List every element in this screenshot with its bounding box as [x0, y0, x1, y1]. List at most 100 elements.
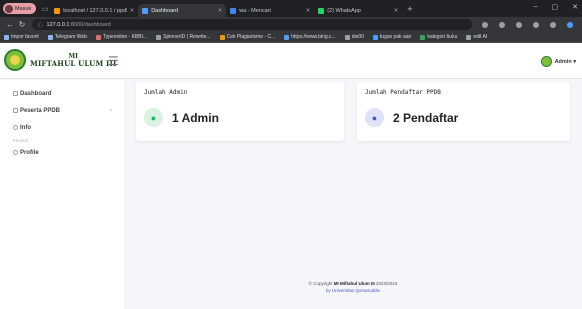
sidebar-item-info[interactable]: Info — [0, 119, 124, 136]
registrant-count-card: Jumlah Pendaftar PPDB ● 2 Pendaftar — [357, 82, 570, 141]
info-icon — [13, 125, 18, 130]
site-info-icon[interactable]: ⓘ — [37, 21, 43, 29]
tab-label: wa - Mencari — [239, 7, 271, 14]
bookmark-label: Cek Plagiarisme - C... — [226, 34, 276, 40]
bookmark-item[interactable]: doi00 — [344, 34, 364, 40]
browser-toolbar: ← ↻ ⓘ 127.0.0.1 :8000/dashboard — [0, 17, 582, 32]
avatar — [540, 56, 552, 67]
maximize-button[interactable]: ▢ — [552, 3, 559, 11]
favorites-star-icon[interactable] — [499, 21, 505, 28]
bookmark-icon — [156, 34, 162, 40]
bookmark-label: doi00 — [351, 34, 364, 40]
profile-label: Masuk — [15, 5, 32, 12]
bookmark-item[interactable]: tugas pak aan — [372, 34, 412, 40]
tab-label: (2) WhatsApp — [327, 7, 361, 14]
admin-count-card: Jumlah Admin ● 1 Admin — [136, 82, 344, 141]
sidebar-item-label: Dashboard — [20, 90, 52, 97]
browser-tab[interactable]: (2) WhatsApp ✕ — [314, 4, 402, 17]
card-title: Jumlah Pendaftar PPDB — [365, 89, 441, 96]
split-screen-icon[interactable] — [482, 21, 488, 28]
tab-actions-icon[interactable]: ▭ — [40, 5, 50, 13]
bookmark-icon — [47, 34, 53, 40]
bookmark-label: kategori buku — [427, 34, 458, 40]
bookmark-label: edit AI — [473, 34, 488, 40]
bookmark-item[interactable]: edit AI — [466, 34, 487, 40]
admin-dropdown[interactable]: Admin ▾ — [540, 56, 576, 67]
bookmarks-bar: Impor favorit Telegram Web Typeonline - … — [0, 32, 582, 43]
url-path: :8000/dashboard — [69, 21, 111, 28]
copyright-line: © Copyright MI Miftahul Ulum III 2023/20… — [124, 280, 582, 287]
bookmark-icon — [420, 34, 426, 40]
bookmark-icon — [4, 34, 9, 40]
admin-label: Admin ▾ — [554, 58, 576, 65]
brand-logo-link[interactable]: MI MIFTAHUL ULUM III — [4, 49, 116, 71]
reload-icon[interactable]: ↻ — [16, 20, 28, 29]
sidebar-toggle-icon[interactable]: ☰ — [108, 55, 119, 67]
bookmark-icon — [219, 34, 225, 40]
bookmark-item[interactable]: Typeonline - KBBI... — [95, 34, 148, 40]
by-line: by Universitas Qomaruddin — [325, 288, 381, 294]
browser-tab-active[interactable]: Dashboard ✕ — [138, 4, 227, 17]
sidebar-section-pages: PAGES — [13, 137, 29, 143]
card-title: Jumlah Admin — [144, 89, 188, 96]
bookmark-label: Impor favorit — [11, 34, 39, 40]
sidebar-item-label: Peserta PPDB — [20, 107, 61, 114]
bookmark-icon — [466, 34, 472, 40]
tab-close-icon[interactable]: ✕ — [306, 8, 311, 14]
tab-close-icon[interactable]: ✕ — [130, 8, 135, 14]
address-bar[interactable]: ⓘ 127.0.0.1 :8000/dashboard — [32, 19, 472, 30]
profile-avatar-icon — [5, 4, 13, 13]
back-arrow-icon[interactable]: ← — [4, 20, 16, 29]
bookmark-item[interactable]: https://www.bing.c... — [284, 34, 336, 40]
bookmark-item[interactable]: Cek Plagiarisme - C... — [219, 34, 276, 40]
bookmark-label: Telegram Web — [54, 34, 87, 40]
close-window-button[interactable]: ✕ — [572, 3, 578, 11]
tab-favicon-icon — [54, 7, 61, 14]
tab-favicon-icon — [318, 7, 325, 14]
tab-favicon-icon — [230, 7, 237, 14]
browser-tab[interactable]: wa - Mencari ✕ — [226, 4, 314, 17]
url-host: 127.0.0.1 — [46, 21, 70, 28]
minimize-button[interactable]: – — [534, 3, 538, 11]
bookmark-item[interactable]: Impor favorit — [4, 34, 39, 40]
bookmark-label: tugas pak aan — [379, 34, 412, 40]
copyright-prefix: © Copyright — [308, 281, 333, 286]
browser-tab[interactable]: localhost / 127.0.0.1 / ppdb | php ✕ — [50, 4, 138, 17]
sidebar-item-dashboard[interactable]: Dashboard — [0, 85, 124, 102]
sidebar-item-peserta-ppdb[interactable]: Peserta PPDB ‹ — [0, 102, 124, 119]
copilot-icon[interactable] — [567, 21, 573, 28]
browser-menu-icon[interactable] — [550, 21, 556, 28]
sidebar: Dashboard Peserta PPDB ‹ Info PAGES Prof… — [0, 80, 124, 309]
extensions-icon[interactable] — [533, 21, 539, 28]
user-icon: ● — [144, 108, 163, 127]
copyright-year: 2023/2024 — [376, 281, 398, 286]
tab-label: Dashboard — [151, 7, 179, 14]
bookmark-item[interactable]: SpinnerID | Rewrite... — [156, 34, 211, 40]
tab-close-icon[interactable]: ✕ — [394, 8, 399, 14]
dashboard-icon — [13, 91, 18, 96]
people-icon — [13, 108, 18, 113]
sidebar-item-label: Profile — [20, 149, 39, 156]
copyright-name: MI Miftahul Ulum III — [333, 281, 375, 286]
new-tab-button[interactable]: + — [407, 4, 412, 14]
browser-tab-bar: Masuk ▭ localhost / 127.0.0.1 / ppdb | p… — [0, 0, 582, 17]
window-controls: – ▢ ✕ — [534, 3, 578, 11]
sidebar-item-profile[interactable]: Profile — [0, 144, 124, 161]
user-icon — [13, 150, 18, 155]
bookmark-icon — [284, 34, 290, 40]
user-check-icon: ● — [365, 108, 384, 127]
extension-icons — [482, 21, 573, 28]
profile-button[interactable]: Masuk — [3, 3, 37, 14]
bookmark-item[interactable]: Telegram Web — [47, 34, 87, 40]
sidebar-item-label: Info — [20, 124, 31, 131]
bookmark-icon — [344, 34, 350, 40]
bookmark-label: https://www.bing.c... — [291, 34, 336, 40]
tab-close-icon[interactable]: ✕ — [218, 8, 223, 14]
bookmark-label: Typeonline - KBBI... — [102, 34, 148, 40]
tab-favicon-icon — [142, 7, 149, 14]
bookmark-label: SpinnerID | Rewrite... — [163, 34, 211, 40]
app-navbar: MI MIFTAHUL ULUM III ☰ Admin ▾ — [0, 43, 582, 79]
card-value: 2 Pendaftar — [393, 111, 459, 125]
bookmark-item[interactable]: kategori buku — [420, 34, 457, 40]
collections-icon[interactable] — [516, 21, 522, 28]
